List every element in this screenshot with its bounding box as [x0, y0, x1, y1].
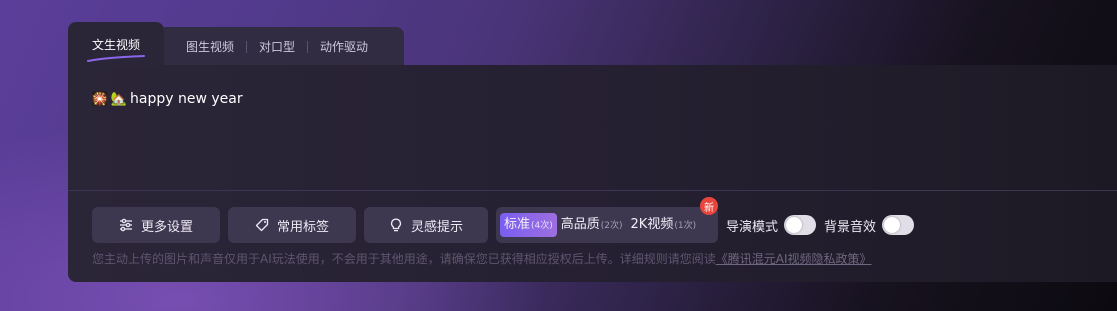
quality-2k-label: 2K视频 — [630, 217, 674, 232]
bg-sound-label: 背景音效 — [824, 219, 877, 235]
lightbulb-icon — [390, 218, 401, 232]
panel-divider — [68, 190, 1117, 191]
quality-high-count: (2次) — [600, 221, 623, 231]
director-mode-group: 导演模式 — [726, 215, 817, 235]
inspiration-button[interactable]: 灵感提示 — [364, 207, 488, 243]
bg-sound-toggle[interactable] — [882, 215, 915, 235]
notice-text: 您主动上传的图片和声音仅用于AI玩法使用，不会用于其他用途，请确保您已获得相应授… — [92, 252, 716, 266]
new-badge: 新 — [700, 197, 718, 215]
tab-text-to-video-label: 文生视频 — [91, 37, 140, 52]
sparkler-emoji: 🎇 — [91, 91, 109, 107]
quality-2k-count: (1次) — [674, 221, 697, 231]
quality-option-high[interactable]: 高品质 (2次) — [557, 213, 627, 237]
house-emoji: 🏡 — [110, 91, 128, 107]
inspiration-label: 灵感提示 — [410, 219, 463, 235]
quality-standard-label: 标准 — [504, 217, 531, 232]
toolbar: 更多设置 常用标签 灵感提示 标准 (4次) 高品质 (2次) 2K视频 (1次… — [92, 197, 922, 243]
toggle-knob — [884, 217, 901, 233]
quality-high-label: 高品质 — [560, 217, 600, 232]
more-settings-label: 更多设置 — [140, 219, 193, 235]
bg-sound-group: 背景音效 — [824, 215, 915, 235]
tag-icon — [255, 218, 269, 232]
quality-option-2k[interactable]: 2K视频 (1次) — [627, 213, 701, 237]
upload-notice: 您主动上传的图片和声音仅用于AI玩法使用，不会用于其他用途，请确保您已获得相应授… — [92, 250, 872, 267]
toggle-knob — [786, 217, 803, 233]
tab-text-to-video[interactable]: 文生视频 — [68, 22, 164, 66]
prompt-input[interactable]: 🎇 🏡 happy new year — [92, 91, 243, 107]
prompt-text: happy new year — [130, 91, 243, 107]
quality-standard-count: (4次) — [531, 221, 553, 231]
director-mode-label: 导演模式 — [726, 219, 779, 235]
quality-selector: 标准 (4次) 高品质 (2次) 2K视频 (1次) 新 — [496, 197, 718, 243]
sliders-icon — [119, 218, 132, 232]
tab-lip-sync[interactable]: 对口型 — [247, 38, 307, 55]
tab-motion-driven[interactable]: 动作驱动 — [308, 38, 380, 55]
tab-image-to-video[interactable]: 图生视频 — [174, 38, 246, 55]
inactive-tabs: 图生视频 对口型 动作驱动 — [164, 27, 405, 66]
privacy-policy-link[interactable]: 《腾讯混元AI视频隐私政策》 — [716, 252, 872, 266]
more-settings-button[interactable]: 更多设置 — [92, 207, 220, 243]
quality-option-standard[interactable]: 标准 (4次) — [500, 213, 557, 237]
common-tags-button[interactable]: 常用标签 — [228, 207, 356, 243]
common-tags-label: 常用标签 — [276, 219, 329, 235]
active-tab-underline — [87, 55, 145, 62]
director-mode-toggle[interactable] — [784, 215, 817, 235]
mode-tabs: 文生视频 图生视频 对口型 动作驱动 — [68, 22, 405, 66]
prompt-panel: 🎇 🏡 happy new year 更多设置 常用标签 灵感提示 标准 (4次… — [68, 65, 1117, 282]
